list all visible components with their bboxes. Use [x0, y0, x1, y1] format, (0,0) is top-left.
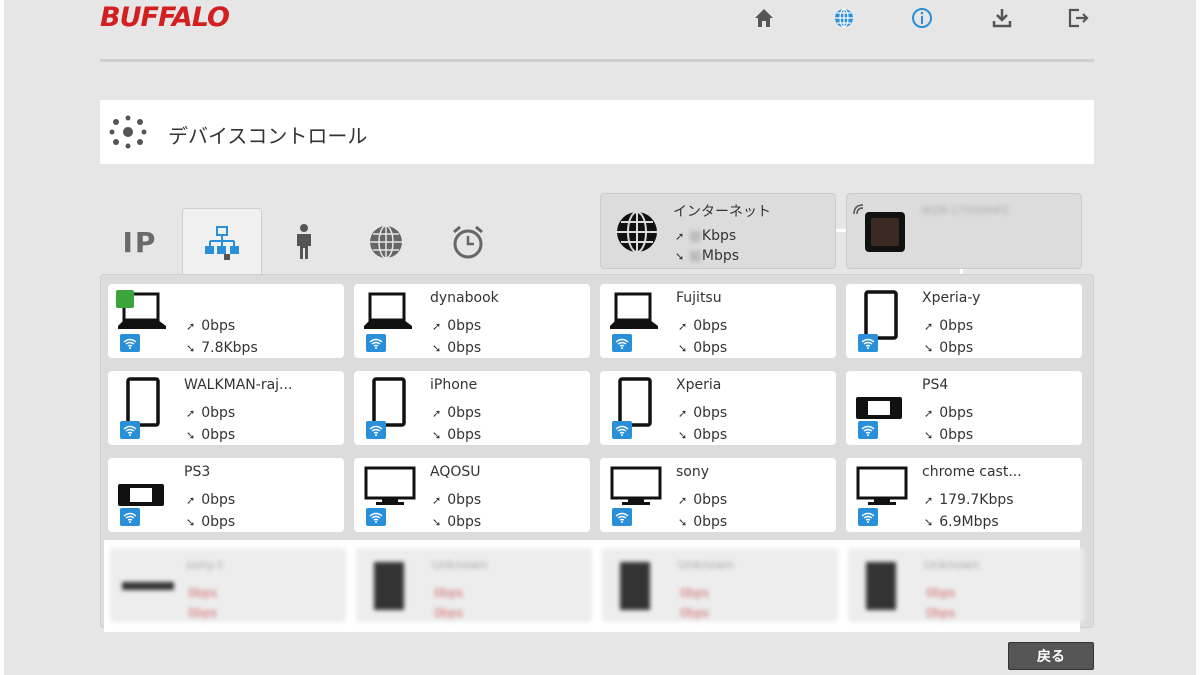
device-card[interactable]: Xperia ➚ 0bps ➘ 0bps	[600, 371, 836, 445]
header: BUFFALO	[100, 0, 1094, 62]
device-name: chrome cast...	[922, 464, 1022, 480]
device-card[interactable]: Unknown 0bps 0bps	[848, 548, 1084, 622]
device-card[interactable]: ➚ 0bps ➘ 7.8Kbps	[108, 284, 344, 358]
device-card[interactable]: Unknown 0bps 0bps	[356, 548, 592, 622]
device-download: ➘ 0bps	[924, 427, 974, 443]
internet-upload: ➚ ■Kbps	[675, 228, 737, 244]
device-card[interactable]: PS3 ➚ 0bps ➘ 0bps	[108, 458, 344, 532]
router-name: WZR-1750DHP2	[921, 204, 1009, 217]
connection-line	[836, 229, 846, 232]
router-icon	[853, 204, 905, 252]
device-download: ➘ 0bps	[678, 340, 728, 356]
device-download: ➘ 0bps	[432, 427, 482, 443]
device-download: ➘ 0bps	[678, 427, 728, 443]
wifi-icon	[612, 508, 632, 526]
home-icon[interactable]	[752, 6, 776, 30]
user-badge-icon	[116, 290, 134, 308]
device-upload: ➚ 0bps	[678, 318, 728, 334]
brand-logo: BUFFALO	[100, 2, 230, 33]
device-card[interactable]: Unknown 0bps 0bps	[602, 548, 838, 622]
device-upload: ➚ 0bps	[924, 405, 974, 421]
logout-icon[interactable]	[1066, 6, 1090, 30]
device-upload: ➚ 0bps	[186, 405, 236, 421]
internet-status[interactable]: インターネット ➚ ■Kbps ➘ ■Mbps	[600, 193, 836, 269]
device-upload: ➚ 0bps	[432, 492, 482, 508]
device-name: PS4	[922, 377, 949, 393]
left-edge	[0, 0, 4, 675]
device-card[interactable]: PS4 ➚ 0bps ➘ 0bps	[846, 371, 1082, 445]
device-control-icon	[108, 114, 148, 154]
device-download: ➘ 0bps	[924, 340, 974, 356]
device-upload: ➚ 0bps	[432, 318, 482, 334]
device-download: ➘ 0bps	[186, 427, 236, 443]
tab-globe[interactable]	[346, 208, 426, 276]
wifi-icon	[858, 334, 878, 352]
device-download: ➘ 0bps	[186, 514, 236, 530]
device-upload: ➚ 0bps	[924, 318, 974, 334]
wifi-icon	[858, 421, 878, 439]
device-upload: ➚ 179.7Kbps	[924, 492, 1014, 508]
device-name: Fujitsu	[676, 290, 722, 306]
device-name: Xperia	[676, 377, 722, 393]
wifi-icon	[120, 334, 140, 352]
device-upload: ➚ 0bps	[432, 405, 482, 421]
device-card[interactable]: sony ➚ 0bps ➘ 0bps	[600, 458, 836, 532]
person-icon	[297, 224, 311, 259]
device-download: ➘ 0bps	[432, 514, 482, 530]
alarm-clock-icon	[453, 225, 483, 259]
device-download: ➘ 0bps	[678, 514, 728, 530]
device-card[interactable]: WALKMAN-raj... ➚ 0bps ➘ 0bps	[108, 371, 344, 445]
page-title: デバイスコントロール	[168, 124, 368, 148]
network-map-icon	[205, 225, 239, 260]
device-card[interactable]: chrome cast... ➚ 179.7Kbps ➘ 6.9Mbps	[846, 458, 1082, 532]
device-card[interactable]: Fujitsu ➚ 0bps ➘ 0bps	[600, 284, 836, 358]
router-status[interactable]: WZR-1750DHP2	[846, 193, 1082, 269]
device-card[interactable]: AQOSU ➚ 0bps ➘ 0bps	[354, 458, 590, 532]
device-card[interactable]: dynabook ➚ 0bps ➘ 0bps	[354, 284, 590, 358]
tab-person[interactable]	[264, 208, 344, 276]
wifi-icon	[612, 334, 632, 352]
wifi-icon	[858, 508, 878, 526]
device-upload: ➚ 0bps	[186, 318, 236, 334]
internet-label: インターネット	[673, 204, 771, 220]
blurred-device-row: sony-t 0bps 0bps Unknown 0bps 0bps Unkno…	[104, 540, 1084, 632]
device-name: sony	[676, 464, 710, 480]
tab-alarm[interactable]	[428, 208, 508, 276]
info-icon[interactable]	[910, 6, 934, 30]
device-name: WALKMAN-raj...	[184, 377, 293, 393]
device-name: iPhone	[430, 377, 478, 393]
device-name: PS3	[184, 464, 211, 480]
device-upload: ➚ 0bps	[678, 405, 728, 421]
device-card[interactable]: sony-t 0bps 0bps	[110, 548, 346, 622]
device-card[interactable]: Xperia-y ➚ 0bps ➘ 0bps	[846, 284, 1082, 358]
device-card[interactable]: iPhone ➚ 0bps ➘ 0bps	[354, 371, 590, 445]
wifi-icon	[120, 421, 140, 439]
device-download: ➘ 0bps	[432, 340, 482, 356]
wifi-icon	[366, 421, 386, 439]
device-download: ➘ 6.9Mbps	[924, 514, 999, 530]
tab-ip-label: IP	[122, 225, 158, 259]
device-upload: ➚ 0bps	[678, 492, 728, 508]
globe-icon[interactable]	[832, 6, 856, 30]
wifi-icon	[366, 334, 386, 352]
device-name: AQOSU	[430, 464, 481, 480]
wifi-icon	[120, 508, 140, 526]
globe-tab-icon	[370, 225, 402, 259]
internet-globe-icon	[617, 211, 657, 253]
device-upload: ➚ 0bps	[186, 492, 236, 508]
tab-network-map[interactable]	[182, 208, 262, 276]
device-download: ➘ 7.8Kbps	[186, 340, 258, 356]
wifi-icon	[612, 421, 632, 439]
page-title-bar: デバイスコントロール	[100, 100, 1094, 164]
device-name: dynabook	[430, 290, 499, 306]
internet-download: ➘ ■Mbps	[675, 248, 740, 264]
tab-ip[interactable]: IP	[100, 208, 180, 276]
download-icon[interactable]	[990, 6, 1014, 30]
device-name: Xperia-y	[922, 290, 981, 306]
right-edge	[1196, 0, 1200, 675]
wifi-icon	[366, 508, 386, 526]
back-button[interactable]: 戻る	[1008, 642, 1094, 670]
